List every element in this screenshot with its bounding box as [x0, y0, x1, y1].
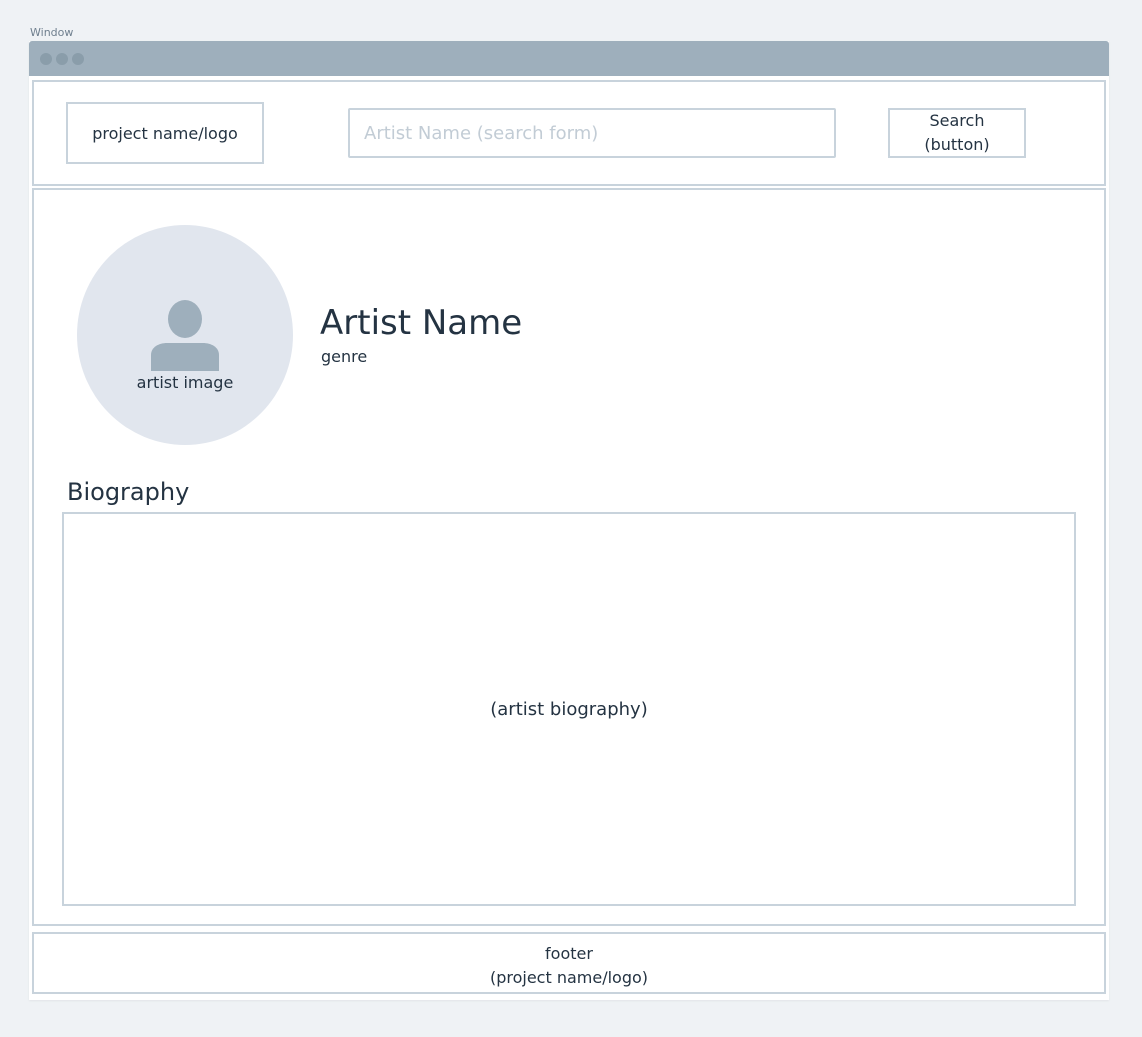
biography-box: (artist biography)	[62, 512, 1076, 906]
artist-image: artist image	[77, 225, 293, 445]
search-button[interactable]: Search (button)	[888, 108, 1026, 158]
biography-text: (artist biography)	[490, 698, 648, 720]
artist-name: Artist Name	[320, 303, 523, 343]
window-dot-icon[interactable]	[72, 53, 84, 65]
footer: footer (project name/logo)	[32, 932, 1106, 994]
biography-heading: Biography	[67, 478, 190, 506]
window-titlebar[interactable]	[29, 41, 1109, 76]
person-icon	[151, 300, 219, 371]
browser-window: project name/logo Search (button) artist…	[29, 41, 1109, 1000]
search-input[interactable]	[348, 108, 836, 158]
footer-text: footer (project name/logo)	[489, 944, 649, 987]
window-label: Window	[30, 26, 74, 39]
project-logo[interactable]: project name/logo	[66, 102, 264, 164]
window-dot-icon[interactable]	[56, 53, 68, 65]
artist-genre: genre	[321, 347, 368, 366]
artist-image-label: artist image	[136, 373, 234, 392]
window-dot-icon[interactable]	[40, 53, 52, 65]
